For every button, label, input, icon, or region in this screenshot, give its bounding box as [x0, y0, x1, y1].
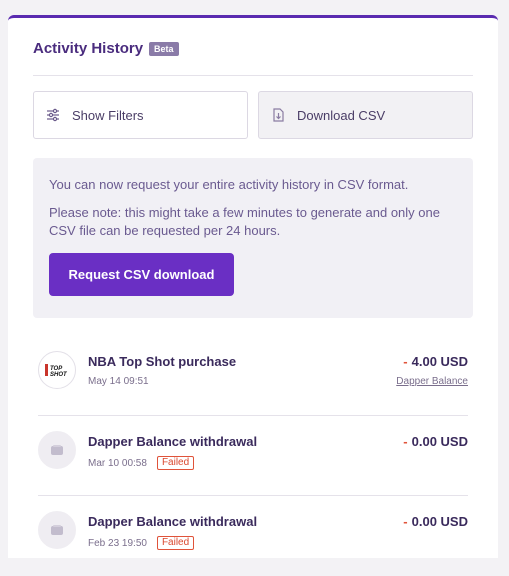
svg-text:SHOT: SHOT: [50, 372, 68, 377]
amount-sign: -: [403, 434, 408, 449]
page-title: Activity History: [33, 40, 144, 57]
status-badge: Failed: [156, 456, 195, 470]
activity-amount: -4.00 USD: [403, 354, 468, 369]
amount-value: 0.00 USD: [411, 434, 468, 449]
activity-title: Dapper Balance withdrawal: [88, 434, 258, 449]
csv-info-panel: You can now request your entire activity…: [33, 158, 473, 318]
amount-sign: -: [403, 514, 408, 529]
status-badge: Failed: [156, 536, 195, 550]
request-csv-button[interactable]: Request CSV download: [49, 253, 234, 296]
activity-row[interactable]: Dapper Balance withdrawal Feb 23 19:50 Fa…: [38, 496, 468, 576]
activity-amount: -0.00 USD: [403, 434, 468, 449]
amount-sign: -: [403, 354, 408, 369]
amount-value: 0.00 USD: [411, 514, 468, 529]
nba-top-shot-logo: TOP SHOT: [38, 351, 76, 389]
csv-info-text: You can now request your entire activity…: [49, 177, 409, 192]
header-divider: [33, 75, 473, 76]
activity-row[interactable]: TOP SHOT NBA Top Shot purchase May 14 09…: [38, 336, 468, 416]
sliders-icon: [46, 108, 60, 122]
csv-note-text: Please note: this might take a few minut…: [49, 205, 440, 238]
activity-date: May 14 09:51: [88, 376, 149, 387]
amount-value: 4.00 USD: [411, 354, 468, 369]
file-download-icon: [271, 108, 285, 122]
activity-date-text: Feb 23 19:50: [88, 537, 147, 549]
activity-row[interactable]: Dapper Balance withdrawal Mar 10 00:58 Fa…: [38, 416, 468, 496]
header: Activity History Beta: [33, 40, 179, 57]
download-csv-button[interactable]: Download CSV: [258, 91, 473, 139]
wallet-icon: [38, 431, 76, 469]
beta-badge: Beta: [149, 41, 179, 56]
show-filters-button[interactable]: Show Filters: [33, 91, 248, 139]
activity-date: Feb 23 19:50 Failed: [88, 536, 195, 550]
activity-title: NBA Top Shot purchase: [88, 354, 237, 369]
show-filters-label: Show Filters: [72, 107, 144, 123]
activity-title: Dapper Balance withdrawal: [88, 514, 258, 529]
activity-date: Mar 10 00:58 Failed: [88, 456, 195, 470]
activity-history-card: Activity History Beta Show Filters Downl…: [8, 15, 498, 558]
payment-source-link[interactable]: Dapper Balance: [396, 376, 468, 387]
activity-amount: -0.00 USD: [403, 514, 468, 529]
download-csv-label: Download CSV: [297, 107, 386, 123]
activity-date-text: May 14 09:51: [88, 376, 149, 387]
activity-date-text: Mar 10 00:58: [88, 457, 147, 469]
wallet-icon: [38, 511, 76, 549]
